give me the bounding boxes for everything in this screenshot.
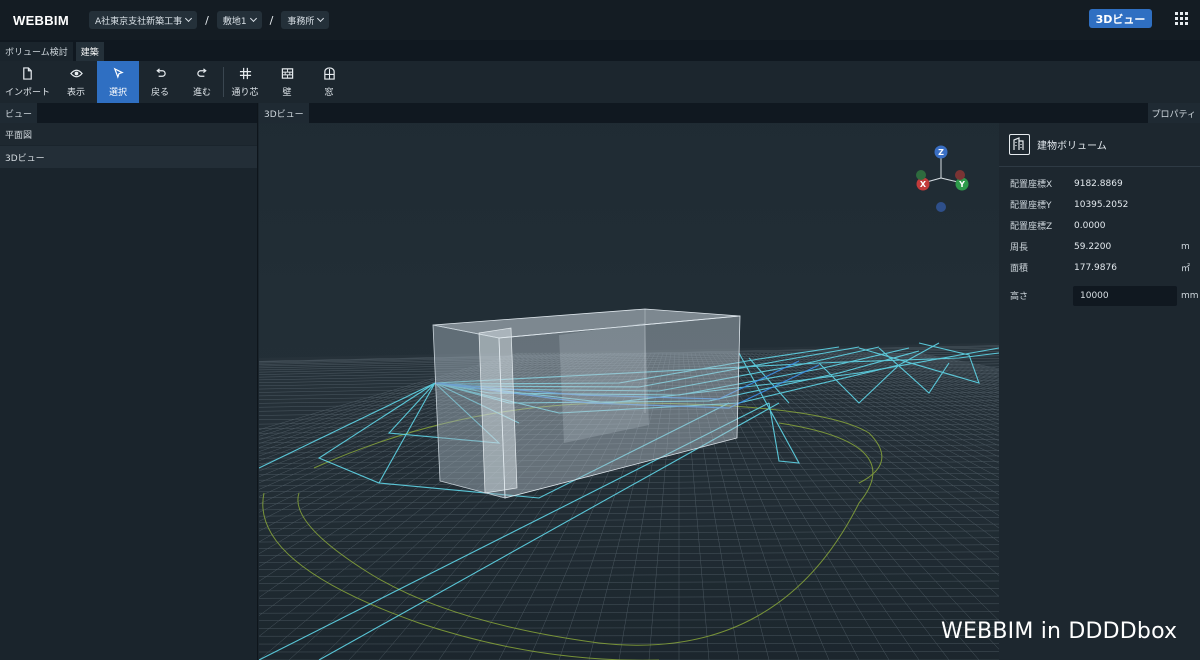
grid-line-button[interactable]: 通り芯 [224, 61, 266, 103]
gizmo-x-label: X [920, 180, 927, 189]
chevron-down-icon [317, 14, 325, 23]
hash-icon [239, 67, 251, 79]
window-icon [323, 66, 335, 80]
height-input[interactable] [1073, 285, 1177, 306]
view-panel-tabbar: ビュー [0, 103, 257, 123]
prop-row-height: 高さ mm [999, 285, 1200, 306]
undo-label: 戻る [150, 87, 169, 98]
app-logo[interactable]: WEBBIM [13, 13, 89, 28]
prop-label: 配置座標Y [1010, 201, 1052, 211]
prop-label: 周長 [1010, 243, 1029, 253]
prop-row-perimeter: 周長 59.2200 m [999, 236, 1200, 257]
caption: WEBBIM in DDDDbox [941, 619, 1178, 644]
undo-icon [155, 67, 166, 77]
top-bar: WEBBIM A社東京支社新築工事 / 敷地1 / 事務所 3Dビュー [0, 0, 1200, 40]
window-label: 窓 [324, 87, 334, 98]
undo-button[interactable]: 戻る [139, 61, 181, 103]
wall-label: 壁 [282, 87, 292, 98]
breadcrumb-building[interactable]: 事務所 [281, 11, 330, 29]
cursor-icon [113, 67, 124, 79]
properties-panel: プロパティ 建物ボリューム 配置座標X 9182.8869 配置座標Y 1039… [999, 103, 1200, 660]
window-button[interactable]: 窓 [308, 61, 350, 103]
prop-unit: ㎡ [1181, 264, 1191, 274]
select-button[interactable]: 選択 [97, 61, 139, 103]
prop-row-y: 配置座標Y 10395.2052 [999, 194, 1200, 215]
prop-unit: m [1181, 241, 1190, 252]
eye-icon [69, 69, 83, 77]
properties-header: 建物ボリューム [999, 123, 1200, 167]
prop-label: 面積 [1010, 264, 1029, 274]
redo-label: 進む [192, 87, 211, 98]
gizmo-negative-z[interactable] [936, 202, 946, 212]
gizmo-negative-x[interactable] [955, 170, 965, 180]
wall-icon [281, 67, 293, 79]
prop-value: 177.9876 [1074, 262, 1117, 273]
breadcrumb-separator: / [205, 13, 209, 27]
viewport-tabbar: 3Dビュー [259, 103, 999, 123]
file-icon [23, 66, 32, 80]
grid-line-label: 通り芯 [231, 87, 259, 98]
prop-value: 10395.2052 [1074, 199, 1129, 210]
gizmo-z-label: Z [938, 148, 944, 157]
apps-grid-icon[interactable] [1175, 12, 1188, 25]
breadcrumb-separator: / [269, 13, 274, 27]
select-label: 選択 [108, 87, 127, 98]
breadcrumb-site[interactable]: 敷地1 [216, 11, 262, 29]
import-label: インポート [4, 87, 50, 98]
breadcrumb-project[interactable]: A社東京支社新築工事 [89, 11, 198, 29]
gizmo-negative-y[interactable] [916, 170, 926, 180]
chevron-down-icon [185, 14, 193, 23]
prop-value: 9182.8869 [1074, 178, 1123, 189]
view-item-3d[interactable]: 3Dビュー [0, 146, 257, 168]
building-icon [1009, 134, 1030, 155]
prop-row-x: 配置座標X 9182.8869 [999, 173, 1200, 194]
height-unit: mm [1181, 290, 1199, 301]
properties-tabbar: プロパティ [999, 103, 1200, 123]
view-panel: ビュー 平面図 3Dビュー [0, 103, 258, 660]
redo-button[interactable]: 進む [181, 61, 223, 103]
breadcrumb: A社東京支社新築工事 / 敷地1 / 事務所 [89, 11, 330, 29]
prop-label: 配置座標X [1010, 180, 1053, 190]
breadcrumb-site-label: 敷地1 [222, 16, 247, 27]
3d-viewport[interactable]: 3Dビュー Z X Y [259, 103, 999, 660]
prop-label: 配置座標Z [1010, 222, 1053, 232]
mode-tabs: ボリューム検討 建築 [0, 40, 1200, 61]
show-label: 表示 [66, 87, 85, 98]
toolbar: インポート 表示 選択 戻る 進む 通り芯 壁 窓 [0, 61, 1200, 103]
properties-tab[interactable]: プロパティ [1147, 103, 1200, 123]
prop-value: 0.0000 [1074, 220, 1106, 231]
breadcrumb-building-label: 事務所 [287, 16, 315, 27]
view-mode-badge[interactable]: 3Dビュー [1089, 9, 1152, 28]
gizmo-y-label: Y [958, 180, 965, 189]
show-button[interactable]: 表示 [55, 61, 97, 103]
tab-architecture[interactable]: 建築 [75, 42, 104, 61]
tab-volume-study[interactable]: ボリューム検討 [0, 42, 73, 61]
3d-scene[interactable]: Z X Y [259, 103, 999, 660]
properties-title: 建物ボリューム [1037, 141, 1107, 152]
prop-value: 59.2200 [1074, 241, 1112, 252]
import-button[interactable]: インポート [0, 61, 55, 103]
chevron-down-icon [249, 14, 257, 23]
view-item-floor-plan[interactable]: 平面図 [0, 123, 257, 145]
wall-button[interactable]: 壁 [266, 61, 308, 103]
prop-row-area: 面積 177.9876 ㎡ [999, 257, 1200, 278]
breadcrumb-project-label: A社東京支社新築工事 [95, 16, 183, 27]
view-panel-tab[interactable]: ビュー [0, 103, 38, 123]
height-label: 高さ [1010, 292, 1029, 302]
viewport-tab[interactable]: 3Dビュー [259, 103, 309, 123]
redo-icon [196, 67, 207, 77]
prop-row-z: 配置座標Z 0.0000 [999, 215, 1200, 236]
